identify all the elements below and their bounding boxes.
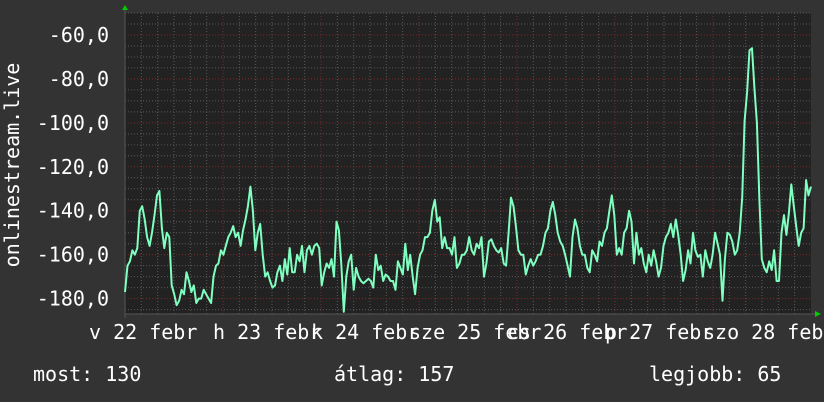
y-tick-label: -80,0 — [49, 67, 109, 91]
average-value-stat: átlag: 157 — [334, 362, 455, 386]
y-tick-label: -140,0 — [37, 199, 109, 223]
y-tick-label: -100,0 — [37, 111, 109, 135]
x-tick-label: p 27 febr — [605, 320, 713, 344]
x-tick-label: k 24 febr — [311, 320, 419, 344]
y-axis-arrow — [122, 5, 128, 10]
y-axis-title: onlinestream.live — [0, 63, 24, 268]
x-tick-label: v 22 febr — [89, 320, 197, 344]
y-tick-label: -160,0 — [37, 243, 109, 267]
current-value-stat: most: 130 — [33, 362, 142, 386]
y-tick-label: -60,0 — [49, 23, 109, 47]
x-axis-arrow — [815, 311, 821, 317]
best-value-stat: legjobb: 65 — [649, 362, 782, 386]
chart-page: -60,0 -80,0 -100,0 -120,0 -140,0 -160,0 -180,0… — [0, 0, 824, 402]
y-tick-label: -120,0 — [37, 155, 109, 179]
line-chart: -60,0 -80,0 -100,0 -120,0 -140,0 -160,0 -180,0… — [0, 5, 824, 344]
y-tick-label: -180,0 — [37, 287, 109, 311]
x-tick-label: szo 28 febr — [703, 320, 824, 344]
x-tick-label: h 23 febr — [213, 320, 321, 344]
